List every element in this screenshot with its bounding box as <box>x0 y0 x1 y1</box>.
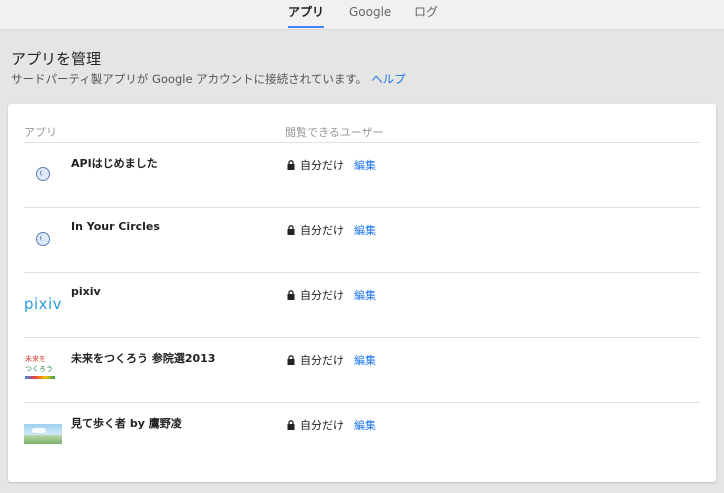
mirai-logo: 未来を つくろう <box>24 354 62 384</box>
access-text: 自分だけ <box>300 419 344 432</box>
lock-icon <box>287 355 295 365</box>
pixiv-logo-text: pixiv <box>23 295 63 313</box>
lock-icon <box>287 290 295 300</box>
page-title: アプリを管理 <box>11 50 102 68</box>
pixiv-logo: pixiv <box>24 289 62 319</box>
app-row[interactable]: 見て歩く者 by 鷹野凌 自分だけ 編集 <box>8 403 716 467</box>
access-text: 自分だけ <box>300 159 344 172</box>
app-row[interactable]: pixiv pixiv 自分だけ 編集 <box>8 273 716 337</box>
globe-icon <box>24 159 62 189</box>
edit-link[interactable]: 編集 <box>354 417 376 433</box>
edit-link[interactable]: 編集 <box>354 287 376 303</box>
tab-log[interactable]: ログ <box>414 0 438 29</box>
mirai-logo-line1: 未来を <box>25 355 46 363</box>
access-level: 自分だけ 編集 <box>287 352 376 368</box>
subtitle-text: サードパーティ製アプリが Google アカウントに接続されています。 <box>11 72 368 86</box>
column-header-app: アプリ <box>24 126 57 139</box>
page-subtitle: サードパーティ製アプリが Google アカウントに接続されています。 ヘルプ <box>11 71 406 87</box>
lock-icon <box>287 225 295 235</box>
app-row[interactable]: APIはじめました 自分だけ 編集 <box>8 143 716 207</box>
app-name: APIはじめました <box>71 157 158 170</box>
apps-card: アプリ 閲覧できるユーザー APIはじめました 自分だけ 編集 In Your … <box>8 104 716 482</box>
lock-icon <box>287 160 295 170</box>
mirai-logo-line2: つくろう <box>25 365 53 373</box>
edit-link[interactable]: 編集 <box>354 222 376 238</box>
tab-google[interactable]: Google <box>349 0 391 29</box>
tab-apps[interactable]: アプリ <box>288 0 325 29</box>
mirai-logo-bar <box>25 376 55 379</box>
edit-link[interactable]: 編集 <box>354 157 376 173</box>
access-text: 自分だけ <box>300 224 344 237</box>
column-header-viewers: 閲覧できるユーザー <box>285 126 384 139</box>
lock-icon <box>287 420 295 430</box>
access-level: 自分だけ 編集 <box>287 222 376 238</box>
landscape-thumbnail <box>24 419 62 449</box>
help-link[interactable]: ヘルプ <box>371 72 406 86</box>
app-name: 見て歩く者 by 鷹野凌 <box>71 417 182 430</box>
access-level: 自分だけ 編集 <box>287 157 376 173</box>
top-tab-bar: アプリ Google ログ <box>0 0 724 30</box>
access-level: 自分だけ 編集 <box>287 287 376 303</box>
access-text: 自分だけ <box>300 354 344 367</box>
app-name: 未来をつくろう 参院選2013 <box>71 352 216 365</box>
globe-icon <box>24 224 62 254</box>
app-row[interactable]: 未来を つくろう 未来をつくろう 参院選2013 自分だけ 編集 <box>8 338 716 402</box>
edit-link[interactable]: 編集 <box>354 352 376 368</box>
access-text: 自分だけ <box>300 289 344 302</box>
access-level: 自分だけ 編集 <box>287 417 376 433</box>
app-name: pixiv <box>71 285 101 298</box>
app-row[interactable]: In Your Circles 自分だけ 編集 <box>8 208 716 272</box>
app-name: In Your Circles <box>71 220 160 233</box>
